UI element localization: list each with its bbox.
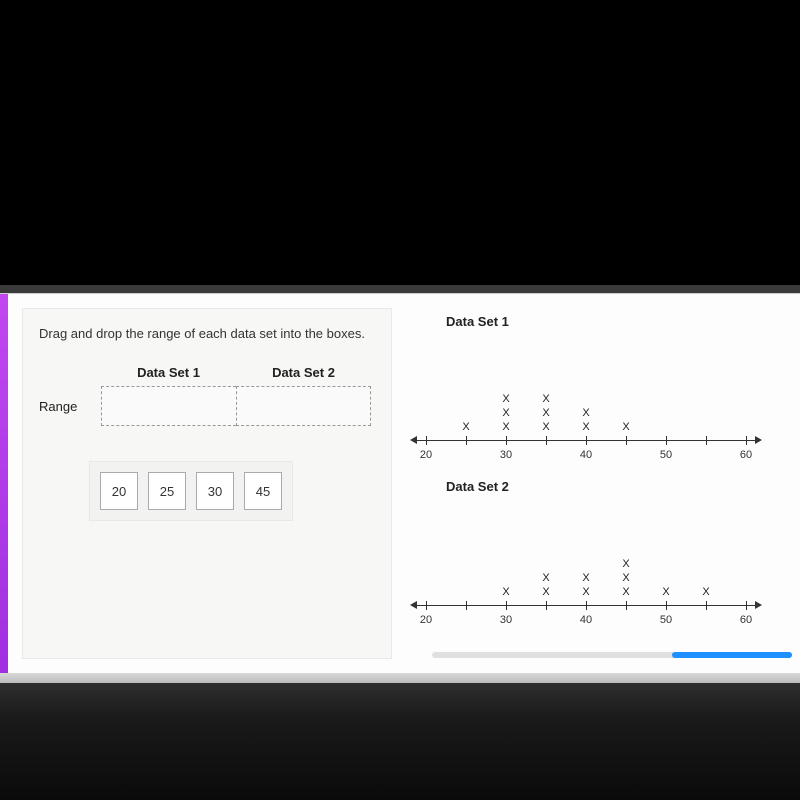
keyboard-area — [0, 683, 800, 800]
dropzone-set2[interactable] — [236, 386, 371, 426]
tick — [746, 601, 747, 610]
tick — [506, 436, 507, 445]
column-headers: Data Set 1 Data Set 2 — [101, 365, 375, 380]
tick — [546, 601, 547, 610]
tick — [706, 436, 707, 445]
app-window: Drag and drop the range of each data set… — [0, 293, 800, 673]
range-row: Range — [39, 386, 375, 426]
instruction-text: Drag and drop the range of each data set… — [39, 325, 375, 343]
data-point: X — [502, 422, 509, 433]
tick-label: 30 — [500, 614, 512, 626]
data-point: X — [662, 587, 669, 598]
data-point: X — [542, 573, 549, 584]
tick-label: 60 — [740, 449, 752, 461]
data-point: X — [622, 422, 629, 433]
data-point: X — [462, 422, 469, 433]
plots-panel: Data Set 1 2030405060XXXXXXXXXX Data Set… — [406, 308, 792, 659]
question-panel: Drag and drop the range of each data set… — [22, 308, 392, 659]
data-point: X — [542, 394, 549, 405]
tick-label: 20 — [420, 614, 432, 626]
tick-label: 60 — [740, 614, 752, 626]
horizontal-scrollbar[interactable] — [432, 652, 792, 658]
arrow-left-icon — [410, 436, 417, 444]
tick — [666, 436, 667, 445]
tick — [426, 436, 427, 445]
tick-label: 40 — [580, 614, 592, 626]
tick — [586, 436, 587, 445]
dataset2-title: Data Set 2 — [446, 479, 792, 494]
data-point: X — [582, 587, 589, 598]
laptop-bezel-bottom — [0, 673, 800, 683]
content-area: Drag and drop the range of each data set… — [8, 294, 800, 673]
chip-30[interactable]: 30 — [196, 472, 234, 510]
tick — [546, 436, 547, 445]
tick — [626, 436, 627, 445]
arrow-left-icon — [410, 601, 417, 609]
data-point: X — [622, 573, 629, 584]
tick — [506, 601, 507, 610]
tick — [666, 601, 667, 610]
answer-chips-tray: 20 25 30 45 — [89, 461, 293, 521]
tick-label: 30 — [500, 449, 512, 461]
dataset1-title: Data Set 1 — [446, 314, 792, 329]
data-point: X — [702, 587, 709, 598]
scrollbar-thumb[interactable] — [672, 652, 792, 658]
tick-label: 20 — [420, 449, 432, 461]
data-point: X — [622, 587, 629, 598]
data-point: X — [582, 573, 589, 584]
data-point: X — [542, 422, 549, 433]
data-point: X — [542, 587, 549, 598]
laptop-bezel-top — [0, 285, 800, 293]
black-letterbox-top — [0, 0, 800, 285]
tick — [746, 436, 747, 445]
row-label-range: Range — [39, 399, 101, 414]
data-point: X — [502, 587, 509, 598]
tick — [706, 601, 707, 610]
data-point: X — [582, 408, 589, 419]
chip-20[interactable]: 20 — [100, 472, 138, 510]
dropzone-set1[interactable] — [101, 386, 236, 426]
tick-label: 50 — [660, 614, 672, 626]
data-point: X — [542, 408, 549, 419]
data-point: X — [622, 559, 629, 570]
tick-label: 50 — [660, 449, 672, 461]
data-point: X — [502, 408, 509, 419]
dotplot-set2: 2030405060XXXXXXXXXX — [406, 504, 766, 624]
tick-label: 40 — [580, 449, 592, 461]
chip-25[interactable]: 25 — [148, 472, 186, 510]
col-header-set2: Data Set 2 — [236, 365, 371, 380]
data-point: X — [582, 422, 589, 433]
arrow-right-icon — [755, 601, 762, 609]
tick — [626, 601, 627, 610]
data-point: X — [502, 394, 509, 405]
tick — [586, 601, 587, 610]
tick — [466, 436, 467, 445]
dotplot-set1: 2030405060XXXXXXXXXX — [406, 339, 766, 459]
accent-stripe — [0, 294, 8, 673]
tick — [466, 601, 467, 610]
col-header-set1: Data Set 1 — [101, 365, 236, 380]
arrow-right-icon — [755, 436, 762, 444]
chip-45[interactable]: 45 — [244, 472, 282, 510]
tick — [426, 601, 427, 610]
